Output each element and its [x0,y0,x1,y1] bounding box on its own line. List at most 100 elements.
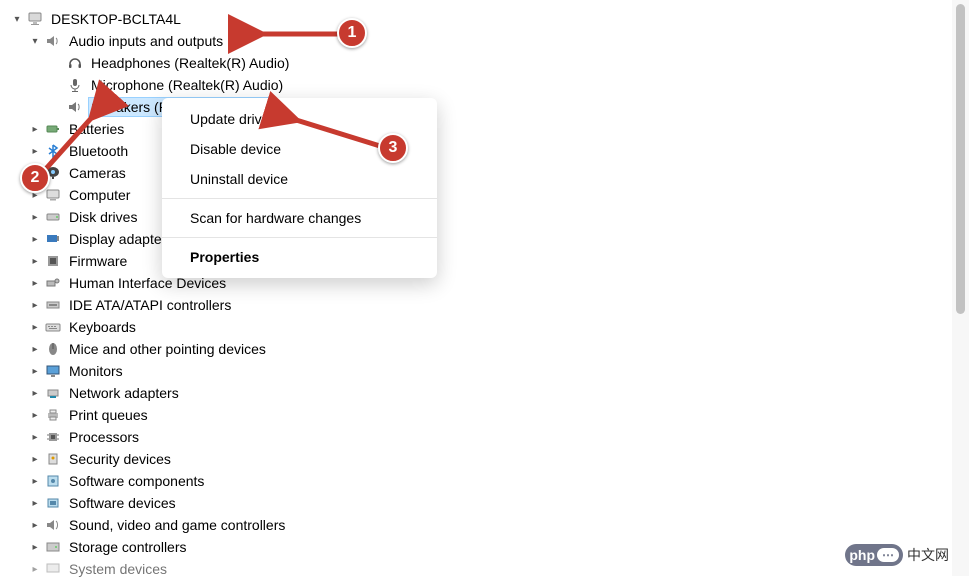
firmware-icon [44,252,62,270]
tree-node-disk[interactable]: ▸ Disk drives [10,206,969,228]
tree-node-network[interactable]: ▸ Network adapters [10,382,969,404]
security-icon [44,450,62,468]
tree-node-headphones[interactable]: ▸ Headphones (Realtek(R) Audio) [10,52,969,74]
hid-icon [44,274,62,292]
tree-node-batteries[interactable]: ▸ Batteries [10,118,969,140]
tree-node-hid[interactable]: ▸ Human Interface Devices [10,272,969,294]
tree-node-storage[interactable]: ▸ Storage controllers [10,536,969,558]
watermark-dot: ⋯ [877,548,899,562]
node-label: Monitors [67,362,125,380]
monitor-icon [44,362,62,380]
chevron-right-icon[interactable]: ▸ [28,430,42,444]
node-label: Display adapters [67,230,175,248]
scrollbar-thumb[interactable] [956,4,965,314]
tree-node-firmware[interactable]: ▸ Firmware [10,250,969,272]
vertical-scrollbar[interactable] [952,0,969,576]
speaker-icon [44,32,62,50]
node-label: Headphones (Realtek(R) Audio) [89,54,291,72]
printer-icon [44,406,62,424]
node-label: Keyboards [67,318,138,336]
ctx-separator [162,237,437,238]
chevron-right-icon[interactable]: ▸ [28,518,42,532]
ctx-uninstall-device[interactable]: Uninstall device [162,164,437,194]
tree-node-monitors[interactable]: ▸ Monitors [10,360,969,382]
tree-node-speakers[interactable]: ▸ Speakers (Realtek(R) Audio) [10,96,969,118]
chevron-right-icon[interactable]: ▸ [28,364,42,378]
node-label: Storage controllers [67,538,189,556]
tree-node-computer[interactable]: ▸ Computer [10,184,969,206]
annotation-callout-2: 2 [20,163,50,193]
ide-icon [44,296,62,314]
node-label: Print queues [67,406,150,424]
chevron-right-icon[interactable]: ▸ [28,540,42,554]
computer-icon [26,10,44,28]
annotation-arrow [38,107,108,177]
node-label: Software devices [67,494,178,512]
storage-icon [44,538,62,556]
tree-node-processors[interactable]: ▸ Processors [10,426,969,448]
annotation-arrow [250,22,350,46]
node-label: Computer [67,186,132,204]
chevron-right-icon[interactable]: ▸ [28,210,42,224]
node-label: Microphone (Realtek(R) Audio) [89,76,285,94]
watermark-text: php [849,547,875,563]
chevron-right-icon[interactable]: ▸ [28,342,42,356]
tree-node-root[interactable]: ▾ DESKTOP-BCLTA4L [10,8,969,30]
mouse-icon [44,340,62,358]
tree-node-sound[interactable]: ▸ Sound, video and game controllers [10,514,969,536]
annotation-callout-1: 1 [337,18,367,48]
ctx-scan-hardware[interactable]: Scan for hardware changes [162,203,437,233]
watermark-badge: php⋯ [845,544,903,566]
tree-node-swcomp[interactable]: ▸ Software components [10,470,969,492]
chevron-right-icon[interactable]: ▸ [28,474,42,488]
node-label: Sound, video and game controllers [67,516,287,534]
chevron-right-icon[interactable]: ▸ [28,298,42,312]
software-component-icon [44,472,62,490]
annotation-arrow [285,113,385,153]
system-icon [44,560,62,578]
chevron-right-icon[interactable]: ▸ [28,320,42,334]
tree-node-ide[interactable]: ▸ IDE ATA/ATAPI controllers [10,294,969,316]
chevron-right-icon[interactable]: ▸ [28,276,42,290]
watermark-text: 中文网 [907,545,949,565]
tree-node-display[interactable]: ▸ Display adapters [10,228,969,250]
chevron-right-icon[interactable]: ▸ [28,386,42,400]
chevron-right-icon[interactable]: ▸ [28,232,42,246]
tree-node-bluetooth[interactable]: ▸ Bluetooth [10,140,969,162]
ctx-properties[interactable]: Properties [162,242,437,272]
node-label: Firmware [67,252,129,270]
chevron-down-icon[interactable]: ▾ [28,34,42,48]
node-label: Software components [67,472,206,490]
node-label: Mice and other pointing devices [67,340,268,358]
ctx-separator [162,198,437,199]
node-label: DESKTOP-BCLTA4L [49,10,183,28]
watermark: php⋯ 中文网 [845,544,949,566]
disk-icon [44,208,62,226]
node-label: Processors [67,428,141,446]
chevron-right-icon[interactable]: ▸ [28,496,42,510]
microphone-icon [66,76,84,94]
tree-node-cameras[interactable]: ▸ Cameras [10,162,969,184]
chevron-right-icon[interactable]: ▸ [28,408,42,422]
tree-node-security[interactable]: ▸ Security devices [10,448,969,470]
device-tree[interactable]: ▾ DESKTOP-BCLTA4L ▾ Audio inputs and out… [0,0,969,588]
chevron-down-icon[interactable]: ▾ [10,12,24,26]
tree-node-swdev[interactable]: ▸ Software devices [10,492,969,514]
chevron-right-icon[interactable]: ▸ [28,562,42,576]
tree-node-microphone[interactable]: ▸ Microphone (Realtek(R) Audio) [10,74,969,96]
tree-node-keyboards[interactable]: ▸ Keyboards [10,316,969,338]
processor-icon [44,428,62,446]
network-icon [44,384,62,402]
headphones-icon [66,54,84,72]
annotation-callout-3: 3 [378,133,408,163]
tree-node-mice[interactable]: ▸ Mice and other pointing devices [10,338,969,360]
node-label: Security devices [67,450,173,468]
sound-icon [44,516,62,534]
tree-node-audio[interactable]: ▾ Audio inputs and outputs [10,30,969,52]
chevron-right-icon[interactable]: ▸ [28,254,42,268]
tree-node-printq[interactable]: ▸ Print queues [10,404,969,426]
node-label: System devices [67,560,169,578]
chevron-right-icon[interactable]: ▸ [28,452,42,466]
keyboard-icon [44,318,62,336]
tree-node-system[interactable]: ▸ System devices [10,558,969,580]
